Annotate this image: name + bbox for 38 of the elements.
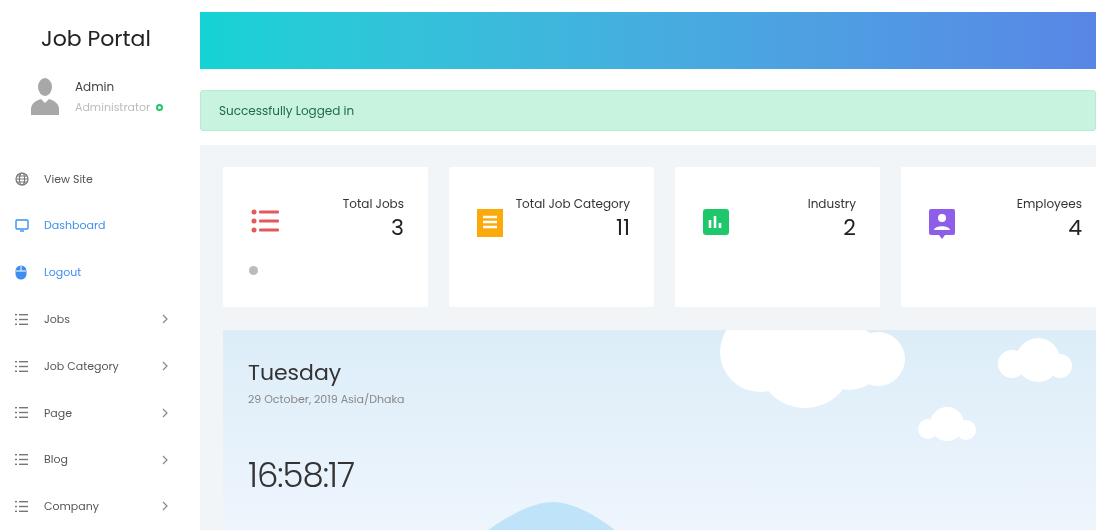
- stat-value: 11: [615, 213, 630, 243]
- sidebar-menu-item[interactable]: Page: [0, 389, 200, 437]
- stat-value: 4: [1068, 213, 1082, 243]
- brand-title: Job Portal: [40, 22, 152, 52]
- stat-value: 2: [843, 213, 856, 243]
- chevron-right-icon: [162, 501, 168, 512]
- sidebar-menu-item[interactable]: Dashboard: [0, 202, 200, 250]
- list-icon: [15, 313, 28, 325]
- chevron-right-icon: [162, 314, 168, 325]
- weekday-label: Tuesday: [248, 356, 342, 389]
- user-silhouette-icon: [31, 78, 59, 116]
- chevron-right-icon: [162, 407, 168, 418]
- date-label: 29 October, 2019 Asia/Dhaka: [248, 391, 405, 408]
- alert-message: Successfully Logged in: [219, 101, 355, 120]
- stat-value: 3: [391, 213, 404, 243]
- monitor-icon: [15, 219, 29, 233]
- clock-time: 16:58:17: [248, 449, 355, 501]
- stat-label: Total Jobs: [342, 195, 404, 213]
- chevron-right-icon: [162, 454, 168, 465]
- globe-icon: [15, 171, 29, 186]
- user-name: Admin: [75, 78, 116, 96]
- list-icon: [15, 407, 28, 419]
- sidebar-menu-item[interactable]: Jobs: [0, 295, 200, 343]
- user-role: Administrator: [75, 99, 151, 116]
- stat-label: Industry: [807, 195, 856, 213]
- stat-label: Total Job Category: [515, 195, 630, 213]
- list-icon: [15, 360, 28, 372]
- sidebar-menu-item[interactable]: View Site: [0, 155, 200, 203]
- sidebar-menu-item[interactable]: Blog: [0, 436, 200, 484]
- chevron-right-icon: [162, 361, 168, 372]
- list-icon: [15, 454, 28, 466]
- cloud-drawing: [918, 407, 976, 441]
- list-icon: [15, 500, 28, 512]
- sidebar-menu-item[interactable]: Job Category: [0, 342, 200, 390]
- mouse-icon: [15, 265, 27, 280]
- sidebar-menu-item[interactable]: Company: [0, 483, 200, 530]
- sidebar-menu-item[interactable]: Logout: [0, 249, 200, 296]
- stat-label: Employees: [1016, 195, 1082, 213]
